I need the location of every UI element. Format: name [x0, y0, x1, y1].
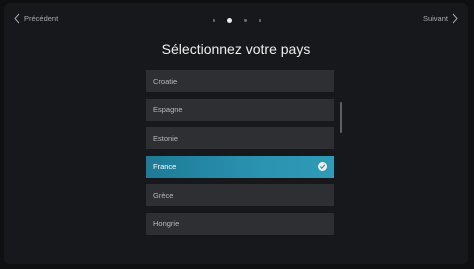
chevron-left-icon — [14, 13, 20, 24]
country-item-hongrie[interactable]: Hongrie — [146, 212, 334, 235]
country-list: Croatie Espagne Estonie France Grèce Hon… — [146, 70, 334, 241]
page-dot — [258, 19, 262, 22]
country-item-france[interactable]: France — [146, 155, 334, 178]
setup-screen: Précédent Suivant Sélectionnez votre pay… — [4, 3, 468, 264]
list-scrollbar[interactable] — [340, 102, 342, 133]
pagination-dots — [207, 18, 267, 23]
next-button[interactable]: Suivant — [423, 13, 458, 24]
country-item-estonie[interactable]: Estonie — [146, 127, 334, 149]
country-label: Grèce — [153, 190, 174, 200]
country-label: Hongrie — [153, 219, 180, 228]
country-label: Espagne — [153, 105, 183, 114]
previous-label: Précédent — [24, 14, 59, 23]
country-label: Estonie — [153, 133, 179, 143]
country-label: France — [153, 162, 177, 171]
country-item-croatie[interactable]: Croatie — [146, 70, 334, 92]
chevron-right-icon — [452, 13, 458, 24]
page-title: Sélectionnez votre pays — [161, 41, 311, 57]
country-item-grece[interactable]: Grèce — [146, 184, 334, 206]
previous-button[interactable]: Précédent — [14, 13, 58, 24]
next-label: Suivant — [422, 14, 448, 23]
country-label: Croatie — [153, 76, 178, 86]
page-dot — [213, 19, 216, 22]
check-icon — [318, 162, 327, 171]
page-dot — [244, 19, 247, 22]
page-dot-active — [227, 18, 233, 23]
country-item-espagne[interactable]: Espagne — [146, 98, 334, 121]
